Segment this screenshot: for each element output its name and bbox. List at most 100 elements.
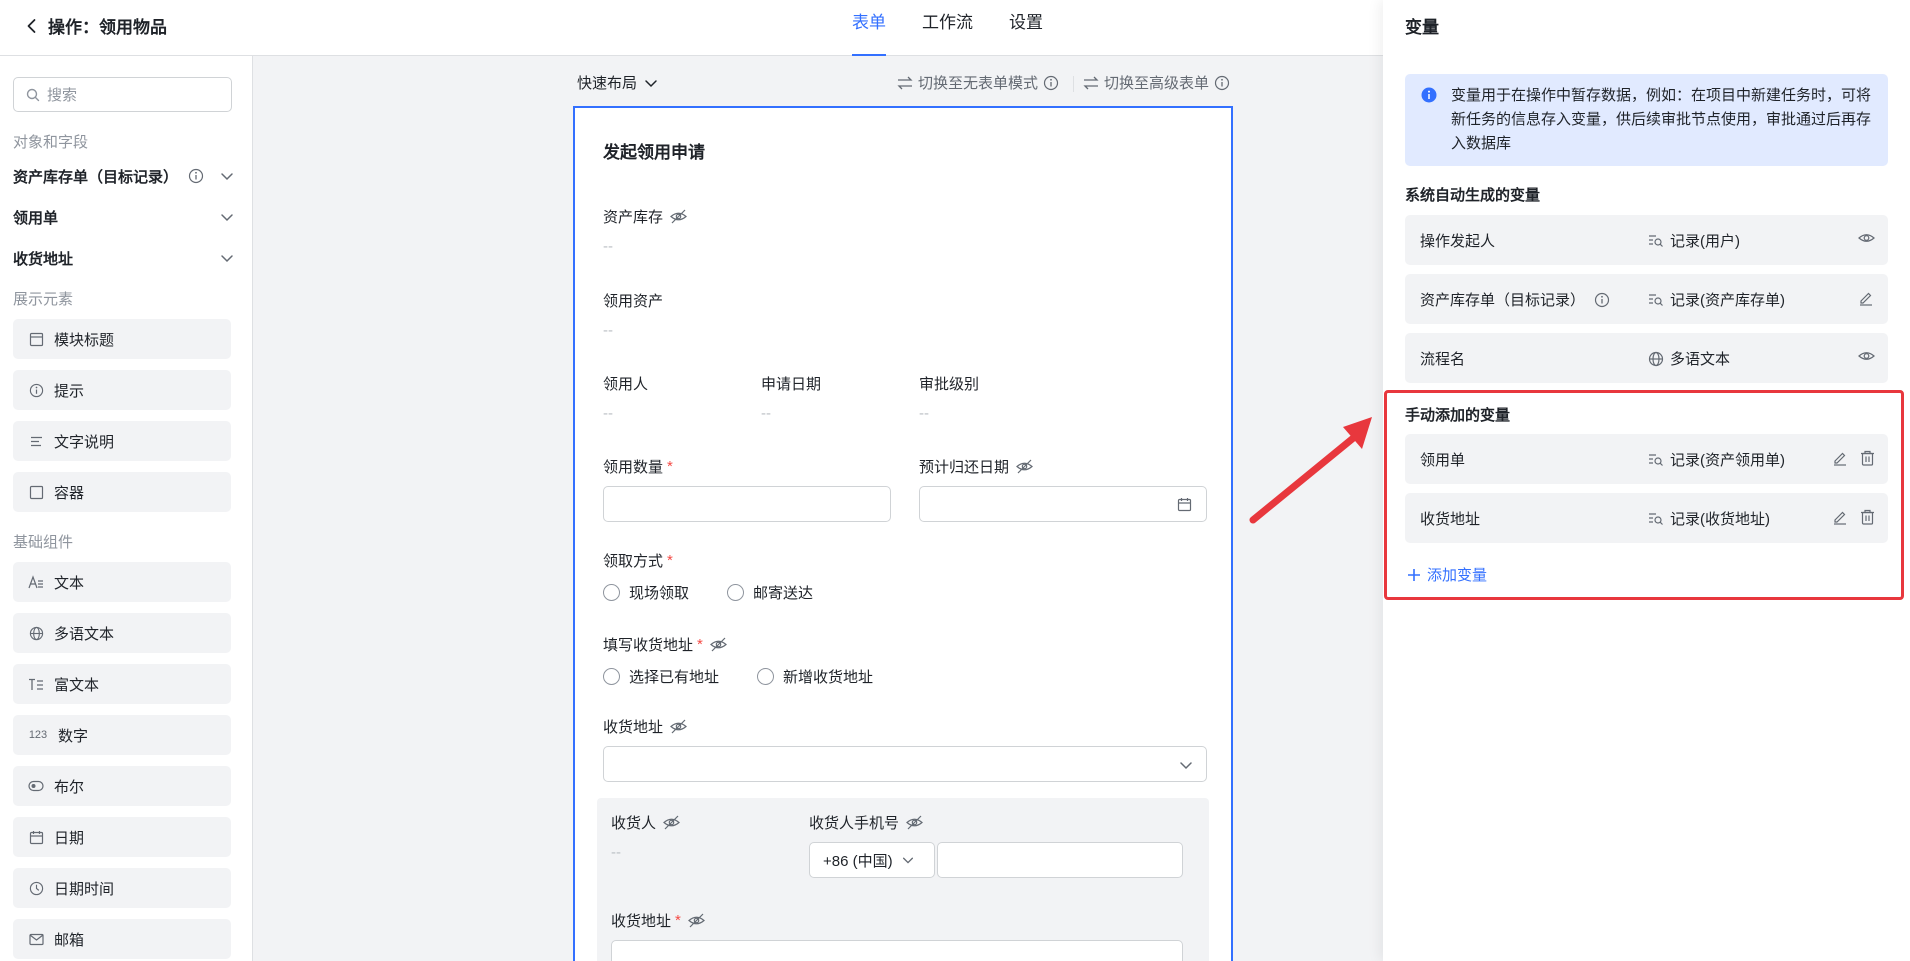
- field-label-text: 收货人: [611, 815, 657, 832]
- component-hint[interactable]: 提示: [13, 370, 231, 410]
- component-label: 日期时间: [54, 880, 115, 898]
- info-icon[interactable]: [1594, 292, 1610, 308]
- chevron-down-icon: [902, 857, 913, 864]
- shipping-address-select[interactable]: [603, 746, 1207, 782]
- radio-new-address[interactable]: 新增收货地址: [757, 666, 873, 687]
- back-button[interactable]: [18, 12, 46, 40]
- tab-form[interactable]: 表单: [852, 0, 886, 56]
- tab-settings[interactable]: 设置: [1009, 0, 1043, 56]
- component-module-title[interactable]: 模块标题: [13, 319, 231, 359]
- component-number[interactable]: 123 数字: [13, 715, 231, 755]
- delete-button[interactable]: [1860, 509, 1875, 525]
- field-receiver-value: --: [611, 844, 621, 861]
- search-icon: [26, 88, 40, 101]
- edit-icon: [1860, 292, 1872, 306]
- search-input[interactable]: 搜索: [13, 77, 232, 112]
- component-rich-text[interactable]: 富文本: [13, 664, 231, 704]
- variable-name-text: 操作发起人: [1420, 233, 1496, 250]
- eye-off-icon[interactable]: [709, 637, 727, 652]
- component-sidebar: 搜索 对象和字段 资产库存单（目标记录） 领用单 收货地址 展示元素 模块标题 …: [0, 56, 253, 961]
- auto-vars-heading: 系统自动生成的变量: [1405, 187, 1541, 204]
- add-variable-button[interactable]: 添加变量: [1407, 564, 1487, 585]
- variable-type: 多语文本: [1648, 348, 1730, 369]
- component-multilingual-text[interactable]: 多语文本: [13, 613, 231, 653]
- globe-icon: [1648, 351, 1664, 366]
- return-date-picker[interactable]: [919, 486, 1207, 522]
- radio-onsite-pickup[interactable]: 现场领取: [603, 582, 689, 603]
- radio-mail-delivery[interactable]: 邮寄送达: [727, 582, 813, 603]
- variable-name: 资产库存单（目标记录）: [1420, 289, 1610, 310]
- view-button[interactable]: [1858, 349, 1875, 363]
- chevron-down-icon: [645, 79, 657, 87]
- variables-panel: 变量 变量用于在操作中暂存数据，例如：在项目中新建任务时，可将新任务的信息存入变…: [1383, 0, 1910, 961]
- eye-off-icon[interactable]: [1016, 459, 1033, 474]
- view-button[interactable]: [1858, 231, 1875, 245]
- eye-off-icon[interactable]: [663, 815, 680, 830]
- chevron-down-icon: [221, 255, 233, 263]
- address-subform: 收货人 -- 收货人手机号 +86 (中国) 收货地址 *: [597, 798, 1209, 961]
- quick-layout-dropdown[interactable]: 快速布局: [577, 72, 659, 93]
- field-label-text: 收货地址: [603, 719, 664, 736]
- radio-existing-address[interactable]: 选择已有地址: [603, 666, 719, 687]
- form-card[interactable]: 发起领用申请 资产库存 -- 领用资产 -- 领用人 -- 申请日期 -- 审批…: [573, 106, 1233, 961]
- delete-button[interactable]: [1860, 450, 1875, 466]
- variable-name: 流程名: [1420, 348, 1465, 369]
- component-text[interactable]: 文本: [13, 562, 231, 602]
- tab-bar: 表单 工作流 设置: [852, 0, 1043, 56]
- edit-button[interactable]: [1832, 450, 1848, 466]
- switch-advanced-label: 切换至高级表单: [1104, 75, 1210, 92]
- eye-off-icon[interactable]: [670, 209, 687, 224]
- field-label-text: 领取方式: [603, 553, 664, 570]
- component-boolean[interactable]: 布尔: [13, 766, 231, 806]
- radio-circle: [603, 668, 620, 685]
- info-icon[interactable]: [1214, 75, 1230, 91]
- eye-off-icon[interactable]: [687, 913, 705, 928]
- field-label-text: 领用数量: [603, 459, 664, 476]
- calendar-icon: [27, 828, 45, 846]
- field-label-text: 填写收货地址: [603, 637, 694, 654]
- quantity-input[interactable]: [603, 486, 891, 522]
- field-fill-address-label: 填写收货地址 *: [603, 634, 727, 655]
- record-search-icon: [1649, 293, 1663, 306]
- edit-button[interactable]: [1832, 509, 1848, 525]
- country-code-select[interactable]: +86 (中国): [809, 842, 935, 878]
- component-datetime[interactable]: 日期时间: [13, 868, 231, 908]
- object-requisition[interactable]: 领用单: [13, 203, 235, 231]
- component-date[interactable]: 日期: [13, 817, 231, 857]
- component-email[interactable]: 邮箱: [13, 919, 231, 959]
- component-label: 邮箱: [54, 931, 85, 949]
- text-lines-icon: [27, 432, 45, 450]
- radio-label: 新增收货地址: [783, 669, 874, 686]
- variable-name: 收货地址: [1420, 508, 1480, 529]
- switch-no-form-label: 切换至无表单模式: [918, 75, 1039, 92]
- field-label-text: 预计归还日期: [919, 459, 1010, 476]
- radio-circle: [727, 584, 744, 601]
- chevron-down-icon: [1180, 762, 1192, 770]
- form-title: 发起领用申请: [603, 143, 705, 162]
- required-mark: *: [675, 912, 681, 929]
- object-label: 领用单: [13, 209, 59, 227]
- manual-vars-heading: 手动添加的变量: [1405, 407, 1511, 424]
- object-asset-inventory[interactable]: 资产库存单（目标记录）: [13, 162, 235, 190]
- component-container[interactable]: 容器: [13, 472, 231, 512]
- phone-number-input[interactable]: [937, 842, 1183, 878]
- eye-off-icon[interactable]: [906, 815, 923, 830]
- swap-icon: [1083, 76, 1099, 89]
- annotation-arrow: [1249, 417, 1372, 524]
- field-asset-value: --: [603, 322, 613, 339]
- eye-off-icon[interactable]: [670, 719, 687, 734]
- variable-name-text: 资产库存单（目标记录）: [1420, 292, 1586, 309]
- info-icon[interactable]: [1043, 75, 1059, 91]
- switch-no-form-button[interactable]: 切换至无表单模式: [897, 72, 1059, 93]
- component-label: 提示: [54, 382, 85, 400]
- object-shipping-address[interactable]: 收货地址: [13, 244, 235, 272]
- component-label: 数字: [58, 727, 89, 745]
- component-text-description[interactable]: 文字说明: [13, 421, 231, 461]
- tab-workflow[interactable]: 工作流: [922, 0, 973, 56]
- receiver-address-input[interactable]: [611, 940, 1183, 961]
- edit-button[interactable]: [1858, 290, 1874, 306]
- add-variable-label: 添加变量: [1427, 567, 1488, 584]
- radio-circle: [757, 668, 774, 685]
- switch-advanced-button[interactable]: 切换至高级表单: [1083, 72, 1230, 93]
- info-icon[interactable]: [188, 168, 204, 184]
